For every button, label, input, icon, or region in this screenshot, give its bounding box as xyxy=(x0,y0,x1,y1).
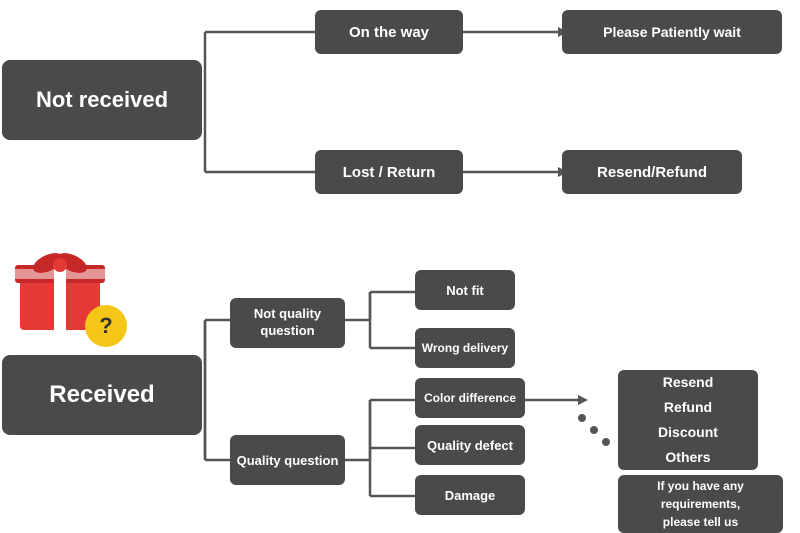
quality-question-node: Quality question xyxy=(230,435,345,485)
not-quality-question-node: Not quality question xyxy=(230,298,345,348)
lost-return-node: Lost / Return xyxy=(315,150,463,194)
diagram: Not received On the way Please Patiently… xyxy=(0,0,800,533)
wrong-delivery-node: Wrong delivery xyxy=(415,328,515,368)
not-received-node: Not received xyxy=(2,60,202,140)
contact-us-node: If you have any requirements, please tel… xyxy=(618,475,783,533)
damage-node: Damage xyxy=(415,475,525,515)
quality-defect-node: Quality defect xyxy=(415,425,525,465)
not-fit-node: Not fit xyxy=(415,270,515,310)
question-mark-icon: ? xyxy=(85,305,127,347)
on-the-way-node: On the way xyxy=(315,10,463,54)
please-wait-node: Please Patiently wait xyxy=(562,10,782,54)
resend-refund-top-node: Resend/Refund xyxy=(562,150,742,194)
resend-options-node: Resend Refund Discount Others xyxy=(618,370,758,470)
color-difference-node: Color difference xyxy=(415,378,525,418)
received-node: Received xyxy=(2,355,202,435)
